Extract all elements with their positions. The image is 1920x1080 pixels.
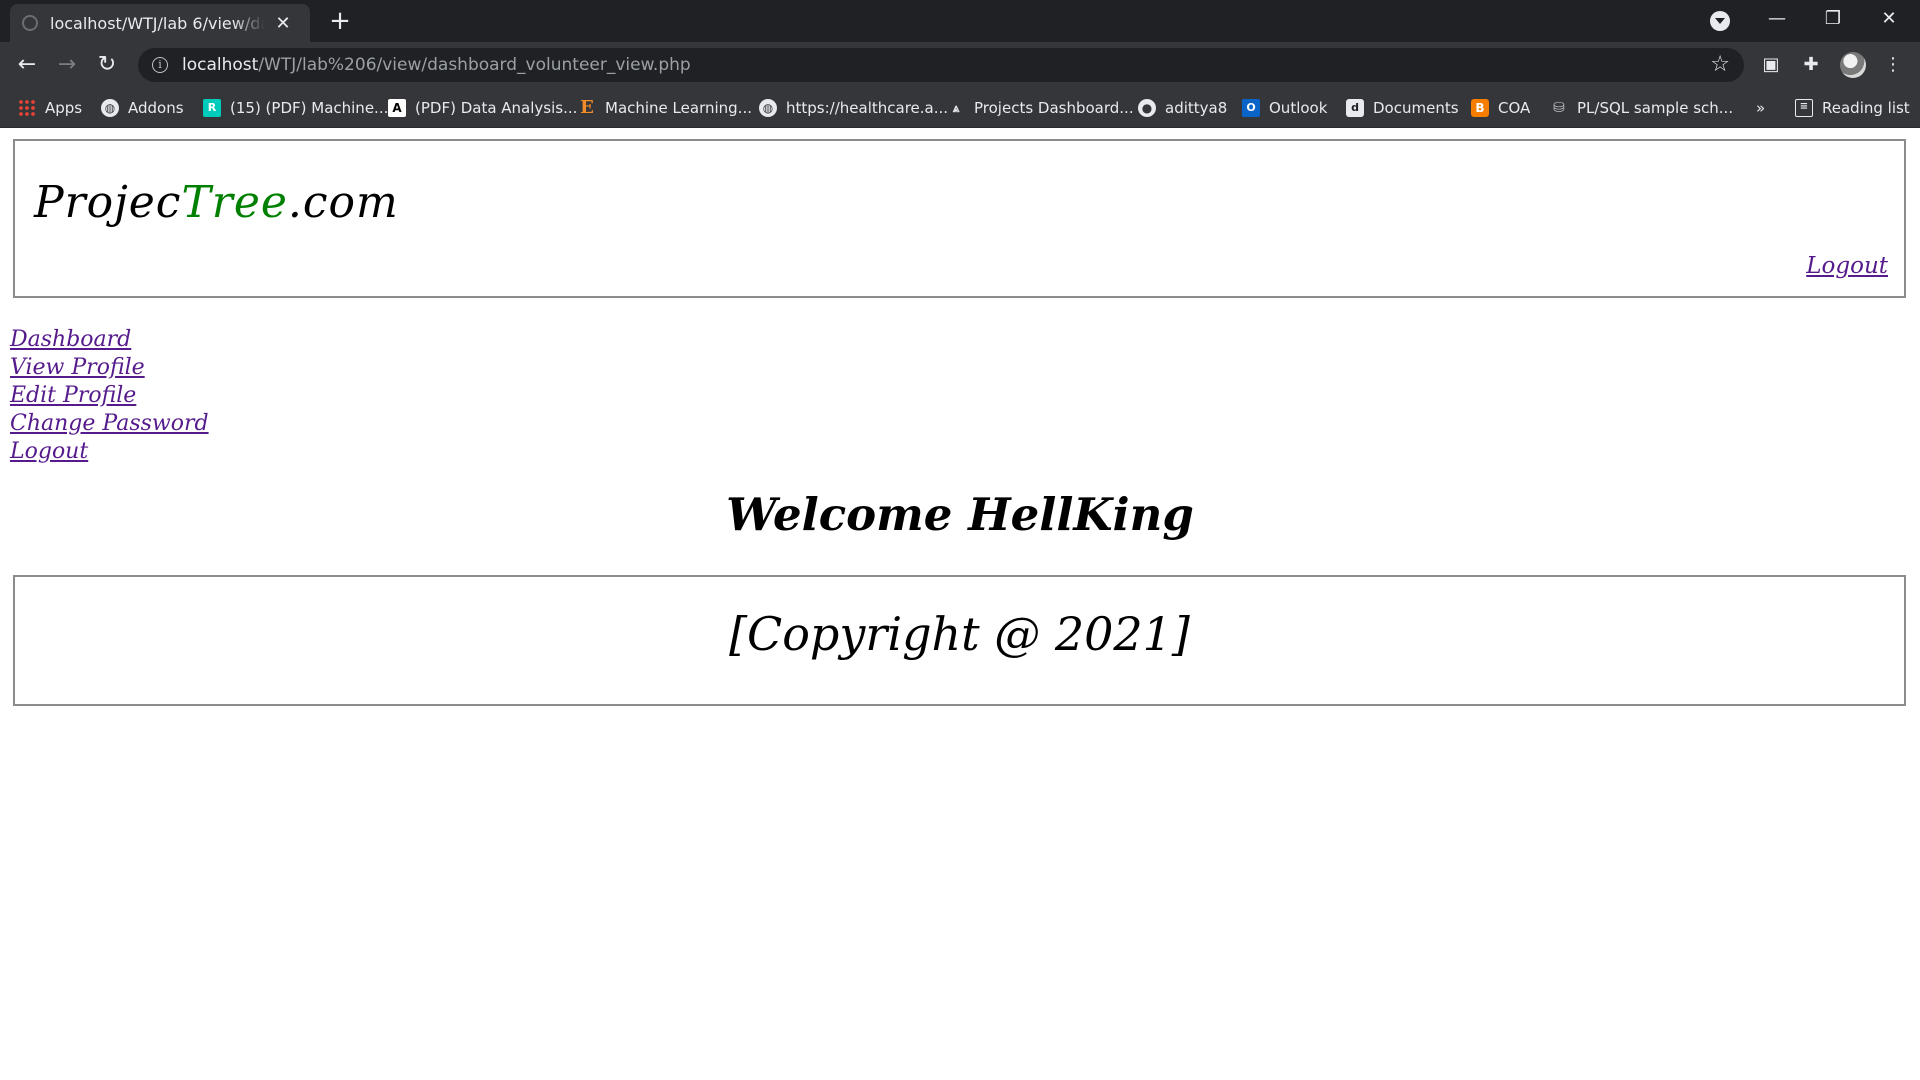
globe-icon: ◍: [759, 99, 777, 117]
browser-tab[interactable]: localhost/WTJ/lab 6/view/dashboard_volun…: [10, 4, 310, 42]
url-text: localhost/WTJ/lab%206/view/dashboard_vol…: [182, 55, 691, 75]
documents-icon: d: [1346, 99, 1364, 117]
extensions-puzzle-icon[interactable]: ✚: [1800, 54, 1822, 76]
academia-icon: A: [388, 99, 406, 117]
outlook-icon: O: [1242, 99, 1260, 117]
site-info-icon[interactable]: i: [152, 57, 168, 73]
reload-icon[interactable]: ↻: [92, 50, 122, 80]
forward-arrow-icon[interactable]: →: [52, 50, 82, 80]
browser-toolbar: ← → ↻ i localhost/WTJ/lab%206/view/dashb…: [0, 42, 1920, 88]
globe-icon: ◍: [101, 99, 119, 117]
bookmark-pdf-data-analysis[interactable]: A (PDF) Data Analysis...: [388, 88, 577, 128]
tab-strip: localhost/WTJ/lab 6/view/dashboard_volun…: [0, 0, 1920, 42]
bookmarks-bar: Apps ◍ Addons R (15) (PDF) Machine... A (PD…: [0, 88, 1920, 128]
side-nav: Dashboard View Profile Edit Profile Chan…: [10, 326, 209, 466]
bookmarks-overflow-button[interactable]: »: [1756, 88, 1765, 128]
tab-title: localhost/WTJ/lab 6/view/dashboard_volun…: [50, 13, 265, 33]
copyright-text: [Copyright @ 2021]: [729, 607, 1190, 661]
github-icon: ●: [1138, 99, 1156, 117]
page-favicon-icon: [22, 15, 38, 31]
bookmark-plsql[interactable]: ⛁ PL/SQL sample sch...: [1550, 88, 1733, 128]
tab-close-icon[interactable]: ✕: [273, 13, 293, 34]
site-footer: [Copyright @ 2021]: [13, 575, 1906, 706]
bookmark-machine-learning[interactable]: E Machine Learning...: [578, 88, 752, 128]
address-bar[interactable]: i localhost/WTJ/lab%206/view/dashboard_v…: [138, 48, 1744, 82]
bookmark-coa[interactable]: B COA: [1471, 88, 1530, 128]
menu-kebab-icon[interactable]: ⋮: [1882, 54, 1904, 76]
reading-list-button[interactable]: ≡ Reading list: [1795, 88, 1910, 128]
header-logout-link[interactable]: Logout: [1806, 253, 1888, 279]
bookmark-outlook[interactable]: O Outlook: [1242, 88, 1327, 128]
bookmark-github[interactable]: ● adittya8: [1138, 88, 1227, 128]
back-arrow-icon[interactable]: ←: [12, 50, 42, 80]
web-page: ProjecTree.com Logout Dashboard View Pro…: [0, 128, 1920, 1080]
bookmark-star-icon[interactable]: ☆: [1710, 52, 1730, 78]
bookmark-apps[interactable]: Apps: [18, 88, 82, 128]
dashboard-icon: ⩓: [952, 101, 960, 115]
close-window-button[interactable]: ✕: [1866, 4, 1912, 34]
restore-button[interactable]: ❐: [1810, 4, 1856, 34]
nav-logout-link[interactable]: Logout: [10, 438, 209, 466]
cast-icon[interactable]: ▣: [1760, 54, 1782, 76]
welcome-heading: Welcome HellKing: [726, 488, 1194, 541]
nav-view-profile-link[interactable]: View Profile: [10, 354, 209, 382]
nav-change-password-link[interactable]: Change Password: [10, 410, 209, 438]
nav-edit-profile-link[interactable]: Edit Profile: [10, 382, 209, 410]
site-header: ProjecTree.com Logout: [13, 139, 1906, 298]
reading-list-icon: ≡: [1795, 99, 1813, 117]
new-tab-button[interactable]: +: [325, 6, 355, 36]
database-icon: ⛁: [1553, 100, 1565, 116]
bookmark-healthcare[interactable]: ◍ https://healthcare.a...: [759, 88, 948, 128]
minimize-button[interactable]: —: [1754, 4, 1800, 34]
e-icon: E: [580, 97, 594, 118]
site-logo: ProjecTree.com: [34, 177, 399, 228]
tab-search-icon[interactable]: [1710, 11, 1730, 31]
apps-grid-icon: [18, 99, 36, 117]
bookmark-pdf-machine[interactable]: R (15) (PDF) Machine...: [203, 88, 388, 128]
bookmark-addons[interactable]: ◍ Addons: [101, 88, 184, 128]
blogger-icon: B: [1471, 99, 1489, 117]
profile-avatar[interactable]: [1840, 52, 1866, 78]
nav-dashboard-link[interactable]: Dashboard: [10, 326, 209, 354]
researchgate-icon: R: [203, 99, 221, 117]
bookmark-projects-dashboard[interactable]: ⩓ Projects Dashboard...: [947, 88, 1134, 128]
bookmark-documents[interactable]: d Documents: [1346, 88, 1459, 128]
